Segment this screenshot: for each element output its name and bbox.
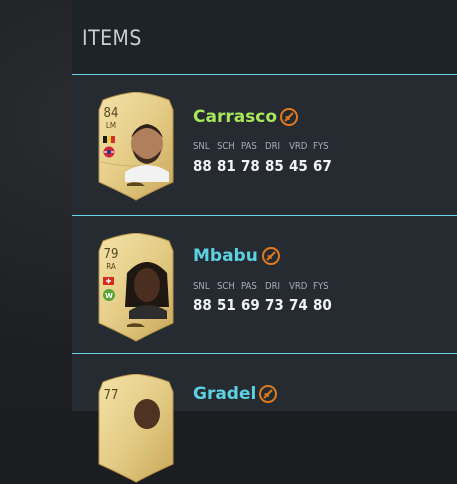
- untradeable-icon: [259, 385, 277, 403]
- stat-label: DRI: [265, 141, 281, 152]
- panel-title: ITEMS: [82, 26, 142, 50]
- player-name[interactable]: Carrasco: [193, 107, 277, 127]
- stat-headers: SNL SCH PAS DRI VRD FYS: [193, 141, 337, 152]
- untradeable-icon: [280, 108, 298, 126]
- stat-label: PAS: [241, 281, 257, 292]
- card-rating: 84: [103, 106, 119, 121]
- stat-label: VRD: [289, 141, 308, 152]
- player-card[interactable]: 84 LM: [93, 92, 179, 202]
- stat-value: 85: [265, 157, 284, 175]
- stat-label: PAS: [241, 141, 257, 152]
- stat-value: 69: [241, 296, 260, 314]
- player-card[interactable]: W 79 RA: [93, 233, 179, 343]
- card-rating: 77: [103, 388, 119, 403]
- card-position: RA: [106, 262, 116, 271]
- player-name[interactable]: Gradel: [193, 384, 256, 404]
- stat-value: 78: [241, 157, 260, 175]
- stat-headers: SNL SCH PAS DRI VRD FYS: [193, 281, 337, 292]
- svg-text:W: W: [105, 292, 113, 300]
- stat-label: SCH: [217, 141, 235, 152]
- untradeable-icon: [262, 247, 280, 265]
- item-divider: [72, 215, 457, 216]
- header-divider: [72, 74, 457, 75]
- stat-values: 88 81 78 85 45 67: [193, 157, 337, 175]
- stat-value: 67: [313, 157, 332, 175]
- card-rating: 79: [103, 247, 119, 262]
- stat-value: 73: [265, 296, 284, 314]
- stat-label: FYS: [313, 281, 329, 292]
- stat-value: 88: [193, 157, 212, 175]
- card-position: LM: [105, 121, 117, 130]
- stat-value: 80: [313, 296, 332, 314]
- player-card[interactable]: 77: [93, 374, 179, 484]
- stat-label: SNL: [193, 281, 210, 292]
- stat-label: SNL: [193, 141, 210, 152]
- stat-label: DRI: [265, 281, 281, 292]
- stat-label: FYS: [313, 141, 329, 152]
- stat-value: 74: [289, 296, 308, 314]
- stat-value: 45: [289, 157, 308, 175]
- stat-value: 88: [193, 296, 212, 314]
- stat-value: 51: [217, 296, 236, 314]
- stat-label: SCH: [217, 281, 235, 292]
- stat-value: 81: [217, 157, 236, 175]
- player-name[interactable]: Mbabu: [193, 246, 258, 266]
- item-divider: [72, 353, 457, 354]
- stat-values: 88 51 69 73 74 80: [193, 296, 337, 314]
- stat-label: VRD: [289, 281, 308, 292]
